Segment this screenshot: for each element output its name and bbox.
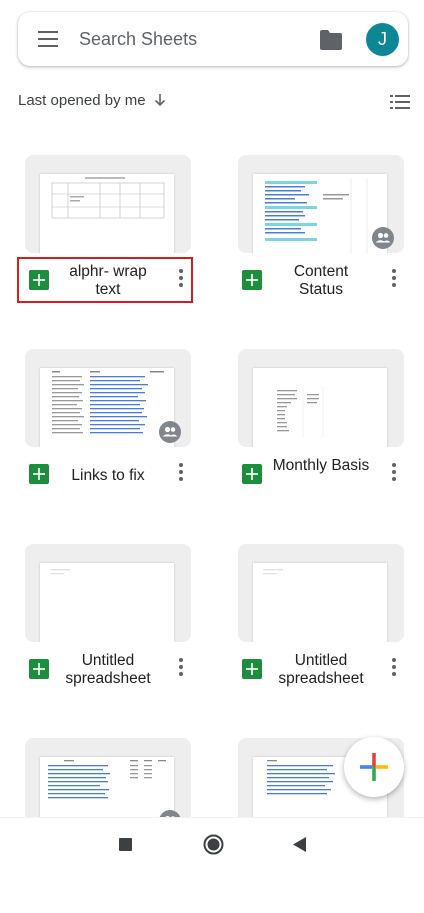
sort-button[interactable]: Last opened by me <box>18 92 166 109</box>
file-card[interactable]: Links to fix <box>19 349 209 524</box>
people-icon <box>159 421 181 443</box>
file-card[interactable]: Content Status <box>232 155 422 330</box>
file-thumbnail[interactable] <box>238 155 404 253</box>
list-view-icon[interactable] <box>390 95 410 109</box>
sheet-preview <box>40 368 174 447</box>
sheet-preview <box>253 368 387 447</box>
menu-icon[interactable] <box>38 31 58 47</box>
arrow-down-icon <box>154 94 165 107</box>
file-title[interactable]: Links to fix <box>59 467 157 485</box>
file-thumbnail[interactable] <box>25 155 191 253</box>
circle-home-icon[interactable] <box>203 834 224 855</box>
file-title[interactable]: Monthly Basis <box>272 457 370 475</box>
sheets-icon <box>242 270 262 290</box>
triangle-back-icon[interactable] <box>293 837 307 852</box>
more-vert-icon[interactable] <box>179 658 183 676</box>
people-icon <box>372 227 394 249</box>
file-card[interactable]: Monthly Basis <box>232 349 422 524</box>
sheets-icon <box>242 659 262 679</box>
file-card[interactable]: Untitled spreadsheet <box>232 544 422 719</box>
file-title[interactable]: Content Status <box>272 263 370 299</box>
more-vert-icon[interactable] <box>179 463 183 481</box>
plus-icon <box>360 753 388 781</box>
sheet-preview <box>40 563 174 642</box>
file-card[interactable]: alphr- wrap text <box>19 155 209 330</box>
file-title[interactable]: Untitled spreadsheet <box>270 652 372 688</box>
folder-icon[interactable] <box>319 30 343 50</box>
more-vert-icon[interactable] <box>392 463 396 481</box>
square-recents-icon[interactable] <box>119 838 132 851</box>
sheets-icon <box>29 659 49 679</box>
sheets-icon <box>29 464 49 484</box>
highlight-box <box>17 257 193 303</box>
file-thumbnail[interactable] <box>25 544 191 642</box>
system-nav-bar <box>0 817 424 867</box>
sheet-preview <box>253 174 387 253</box>
sheet-preview <box>253 563 387 642</box>
more-vert-icon[interactable] <box>392 658 396 676</box>
file-thumbnail[interactable] <box>238 544 404 642</box>
sheets-icon <box>242 464 262 484</box>
file-card[interactable]: Untitled spreadsheet <box>19 544 209 719</box>
create-button[interactable] <box>344 737 404 797</box>
sort-label: Last opened by me <box>18 92 146 109</box>
file-thumbnail[interactable] <box>25 349 191 447</box>
search-input[interactable]: Search Sheets <box>79 29 197 50</box>
file-title[interactable]: Untitled spreadsheet <box>57 652 159 688</box>
avatar[interactable]: J <box>366 23 399 56</box>
file-thumbnail[interactable] <box>238 349 404 447</box>
search-bar[interactable]: Search Sheets J <box>18 12 408 66</box>
sheet-preview <box>40 174 174 253</box>
more-vert-icon[interactable] <box>392 269 396 287</box>
